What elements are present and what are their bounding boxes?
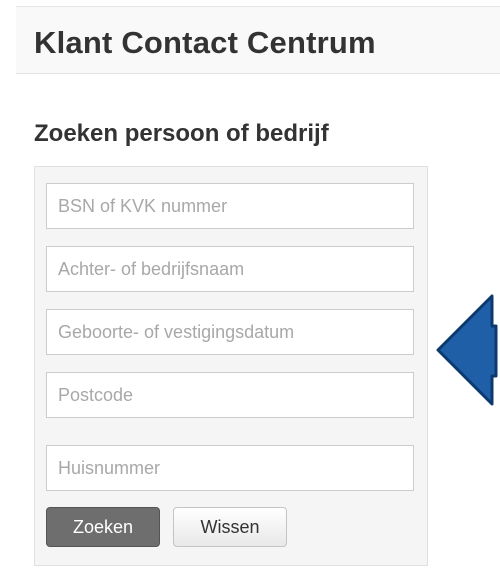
search-button[interactable]: Zoeken — [46, 507, 160, 547]
postcode-input[interactable] — [46, 372, 414, 418]
search-panel: Zoeken Wissen — [34, 166, 428, 566]
name-input[interactable] — [46, 246, 414, 292]
search-section-title: Zoeken persoon of bedrijf — [34, 120, 329, 147]
house-number-input[interactable] — [46, 445, 414, 491]
date-input[interactable] — [46, 309, 414, 355]
app-title: Klant Contact Centrum — [34, 25, 376, 60]
bsn-kvk-input[interactable] — [46, 183, 414, 229]
left-arrow-icon — [436, 294, 498, 406]
app-header: Klant Contact Centrum — [16, 7, 500, 74]
clear-button[interactable]: Wissen — [173, 507, 287, 547]
